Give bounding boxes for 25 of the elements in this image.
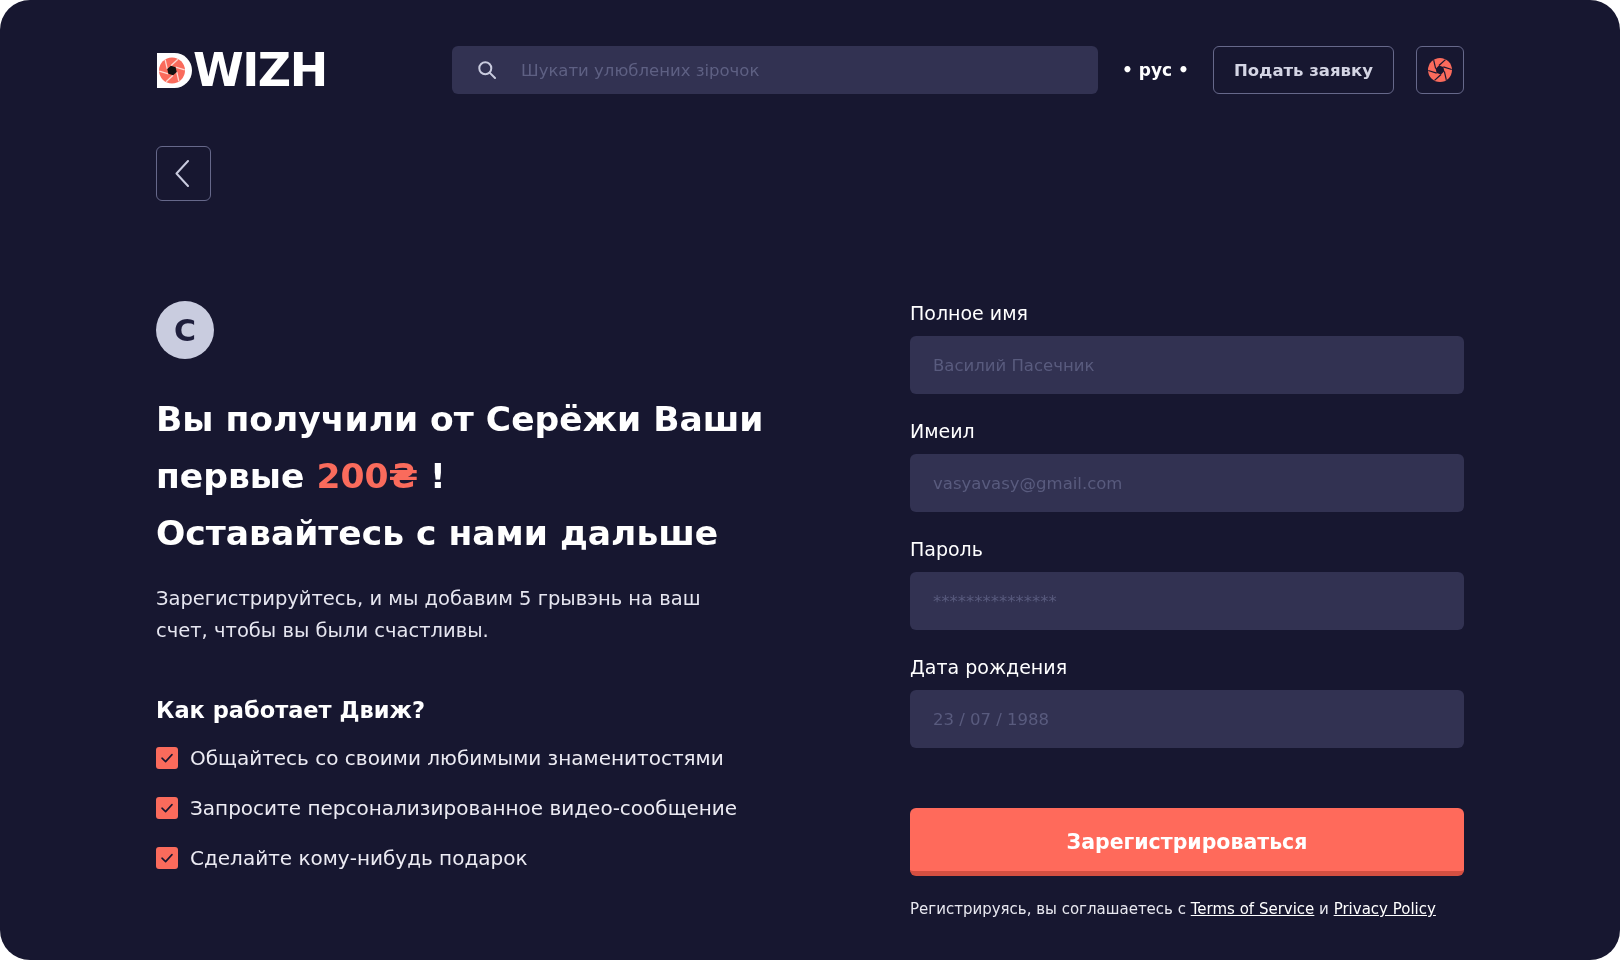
field-label: Полное имя — [910, 301, 1028, 325]
feature-text: Сделайте кому-нибудь подарок — [190, 845, 528, 872]
aperture-icon — [1428, 58, 1452, 82]
aperture-logo-icon — [157, 52, 192, 88]
language-switch[interactable]: • рус • — [1122, 60, 1189, 80]
feature-text: Запросите персонализированное видео-сообщение — [190, 795, 738, 822]
terms-text: Регистрируясь, вы соглашаетесь с Terms of Service и Privacy Policy — [910, 899, 1436, 919]
input-field[interactable]: *************** — [910, 572, 1464, 630]
terms-link[interactable]: Privacy Policy — [1333, 900, 1436, 918]
avatar: С — [156, 301, 214, 359]
logo-text: WIZH — [193, 52, 327, 88]
terms-link[interactable]: Terms of Service — [1190, 900, 1315, 918]
icon-button[interactable] — [1416, 46, 1464, 94]
chevron-left-icon — [175, 160, 189, 187]
back-button[interactable] — [156, 146, 211, 201]
search-icon — [478, 61, 496, 79]
section-heading: Как работает Движ? — [156, 696, 425, 724]
apply-button[interactable]: Подать заявку — [1212, 46, 1394, 94]
headline: Вы получили от Серёжи Ваши первые 200₴ ! — [156, 398, 765, 498]
feature-text: Общайтесь со своими любимыми знаменитостями — [190, 745, 724, 772]
description-text: Зарегистрируйтесь, и мы добавим 5 грывэнь на ваш счет, чтобы вы были счастливы. — [156, 586, 702, 644]
field-label: Имеил — [910, 419, 975, 443]
field-label: Пароль — [910, 537, 983, 561]
headline-tagline: Оставайтесь с нами дальше — [156, 512, 719, 555]
field-label: Дата рождения — [910, 655, 1068, 679]
